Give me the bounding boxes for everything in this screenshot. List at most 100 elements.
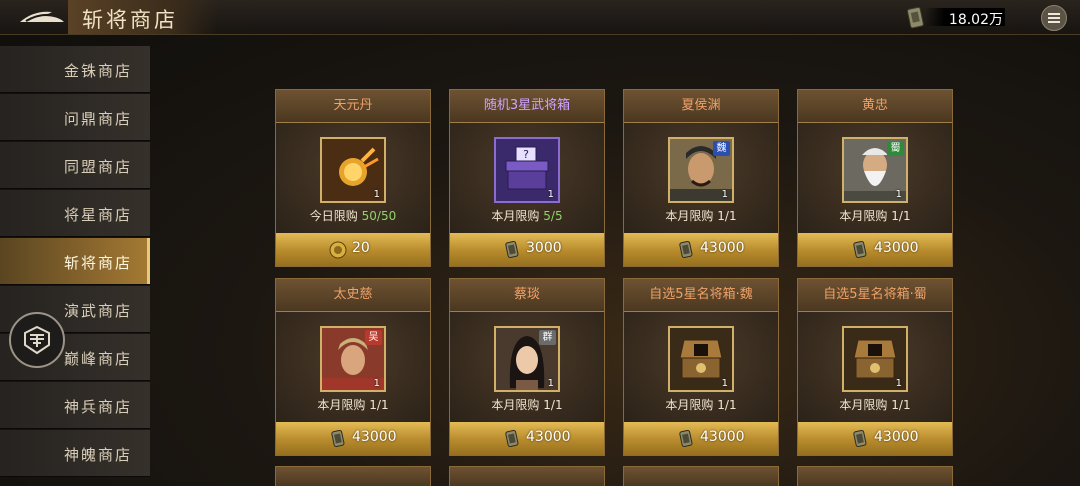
sidebar-item-gold-shop[interactable]: 金铢商店 <box>0 46 150 93</box>
price-value: 43000 <box>700 240 745 256</box>
back-button[interactable] <box>14 4 68 30</box>
sidebar-item-wending-shop[interactable]: 问鼎商店 <box>0 94 150 141</box>
shop-card-partial[interactable] <box>449 466 605 486</box>
limit-label: 本月限购 <box>839 398 888 412</box>
jade-token-icon <box>853 241 867 259</box>
price-value: 20 <box>352 240 370 256</box>
purchase-limit: 本月限购 1/1 <box>276 396 430 413</box>
item-count: 1 <box>373 189 380 200</box>
item-count: 1 <box>895 378 902 389</box>
item-name: 黄忠 <box>798 90 952 123</box>
item-name: 随机3星武将箱 <box>450 90 604 123</box>
price-value: 43000 <box>352 429 397 445</box>
currency-amount: 18.02万 <box>948 12 1003 28</box>
limit-value: 1/1 <box>717 398 737 412</box>
shop-card-select-5star-shu-box[interactable]: 自选5星名将箱·蜀 1 本月限购 1/1 43000 <box>797 278 953 456</box>
item-count: 1 <box>895 189 902 200</box>
buy-price-button[interactable]: 43000 <box>450 422 604 455</box>
price-value: 43000 <box>700 429 745 445</box>
svg-text:?: ? <box>523 148 529 161</box>
jade-token-icon <box>679 241 693 259</box>
sidebar-item-divine-weapon-shop[interactable]: 神兵商店 <box>0 382 150 429</box>
sidebar-item-zhanjiang-shop[interactable]: 斩将商店 <box>0 238 150 285</box>
page-title: 斩将商店 <box>82 8 178 32</box>
shop-card-partial[interactable] <box>623 466 779 486</box>
item-name: 太史慈 <box>276 279 430 312</box>
faction-badge: 魏 <box>713 141 730 156</box>
jade-token-icon <box>906 6 924 29</box>
purchase-limit: 本月限购 5/5 <box>450 207 604 224</box>
currency-box: 18.02万 <box>925 8 1005 28</box>
buy-price-button[interactable]: 20 <box>276 233 430 266</box>
shop-card-tianyuandan[interactable]: 天元丹 1 今日限购 50/50 20 <box>275 89 431 267</box>
buy-price-button[interactable]: 43000 <box>276 422 430 455</box>
jade-token-icon <box>505 241 519 259</box>
purchase-limit: 本月限购 1/1 <box>798 396 952 413</box>
sidebar-item-general-star-shop[interactable]: 将星商店 <box>0 190 150 237</box>
purchase-limit: 本月限购 1/1 <box>624 396 778 413</box>
jade-token-icon <box>331 430 345 448</box>
shop-card-xiahouyuan[interactable]: 夏侯渊 魏 1 本月限购 1/1 43000 <box>623 89 779 267</box>
shop-card-random-3star-box[interactable]: 随机3星武将箱 ? 1 本月限购 5/5 3000 <box>449 89 605 267</box>
card-body: 1 今日限购 50/50 <box>276 123 430 233</box>
item-icon-frame: 蜀 1 <box>842 137 908 203</box>
shop-card-select-5star-wei-box[interactable]: 自选5星名将箱·魏 1 本月限购 1/1 43000 <box>623 278 779 456</box>
sidebar-item-label: 巅峰商店 <box>63 350 132 368</box>
purchase-limit: 本月限购 1/1 <box>450 396 604 413</box>
sidebar-item-label: 问鼎商店 <box>63 110 132 128</box>
item-count: 1 <box>547 378 554 389</box>
sidebar-item-label: 斩将商店 <box>63 254 132 272</box>
shop-card-partial[interactable] <box>275 466 431 486</box>
limit-value: 1/1 <box>891 398 911 412</box>
item-icon-frame: 1 <box>842 326 908 392</box>
currency-display: 18.02万 <box>905 6 1005 29</box>
floating-helmet-button[interactable] <box>9 312 65 368</box>
sidebar-item-alliance-shop[interactable]: 同盟商店 <box>0 142 150 189</box>
buy-price-button[interactable]: 3000 <box>450 233 604 266</box>
card-body: 1 本月限购 1/1 <box>624 312 778 422</box>
limit-value: 1/1 <box>891 209 911 223</box>
jade-token-icon <box>679 430 693 448</box>
faction-badge: 吴 <box>365 330 382 345</box>
price-value: 3000 <box>526 240 562 256</box>
item-icon-frame: 吴 1 <box>320 326 386 392</box>
item-name: 自选5星名将箱·蜀 <box>798 279 952 312</box>
price-value: 43000 <box>874 240 919 256</box>
purchase-limit: 本月限购 1/1 <box>624 207 778 224</box>
menu-button[interactable] <box>1041 5 1067 31</box>
helmet-icon <box>24 325 50 355</box>
buy-price-button[interactable]: 43000 <box>624 422 778 455</box>
item-count: 1 <box>721 189 728 200</box>
sidebar-item-label: 神兵商店 <box>63 398 132 416</box>
sidebar-item-label: 神魄商店 <box>63 446 132 464</box>
shop-card-partial[interactable] <box>797 466 953 486</box>
purchase-limit: 本月限购 1/1 <box>798 207 952 224</box>
shop-card-taishici[interactable]: 太史慈 吴 1 本月限购 1/1 43000 <box>275 278 431 456</box>
card-body: ? 1 本月限购 5/5 <box>450 123 604 233</box>
limit-value: 5/5 <box>543 209 563 223</box>
jade-token-icon <box>853 430 867 448</box>
sidebar-item-divine-soul-shop[interactable]: 神魄商店 <box>0 430 150 477</box>
card-body: 群 1 本月限购 1/1 <box>450 312 604 422</box>
limit-label: 本月限购 <box>665 209 714 223</box>
shop-card-huangzhong[interactable]: 黄忠 蜀 1 本月限购 1/1 43000 <box>797 89 953 267</box>
purchase-limit: 今日限购 50/50 <box>276 207 430 224</box>
sidebar-item-label: 演武商店 <box>63 302 132 320</box>
faction-badge: 蜀 <box>887 141 904 156</box>
shop-card-caiyan[interactable]: 蔡琰 群 1 本月限购 1/1 43000 <box>449 278 605 456</box>
limit-label: 本月限购 <box>839 209 888 223</box>
limit-label: 本月限购 <box>491 209 540 223</box>
buy-price-button[interactable]: 43000 <box>798 233 952 266</box>
item-name: 自选5星名将箱·魏 <box>624 279 778 312</box>
limit-value: 50/50 <box>361 209 397 223</box>
buy-price-button[interactable]: 43000 <box>624 233 778 266</box>
price-value: 43000 <box>874 429 919 445</box>
limit-label: 本月限购 <box>491 398 540 412</box>
limit-label: 本月限购 <box>665 398 714 412</box>
card-body: 1 本月限购 1/1 <box>798 312 952 422</box>
faction-badge: 群 <box>539 330 556 345</box>
menu-icon <box>1048 13 1060 23</box>
jade-token-icon <box>505 430 519 448</box>
limit-label: 今日限购 <box>309 209 358 223</box>
buy-price-button[interactable]: 43000 <box>798 422 952 455</box>
